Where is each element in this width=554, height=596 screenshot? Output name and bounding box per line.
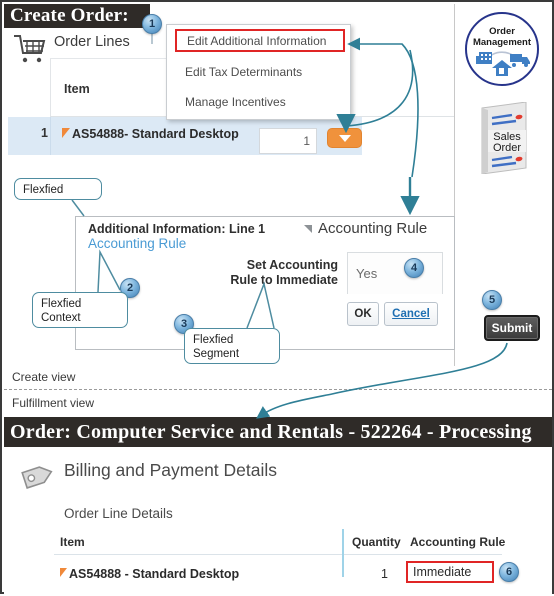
flexfield-context-link[interactable]: Accounting Rule	[88, 236, 186, 251]
callout-marker-4: 4	[404, 258, 424, 278]
fulfillment-view-label: Fulfillment view	[12, 396, 95, 410]
order-status-banner: Order: Computer Service and Rentals - 52…	[4, 417, 552, 447]
shopping-cart-icon	[14, 35, 46, 63]
callout-marker-1: 1	[142, 14, 162, 34]
menu-item-manage-incentives[interactable]: Manage Incentives	[167, 87, 350, 117]
create-order-title: Create Order:	[4, 4, 150, 28]
submit-button-label: Submit	[491, 321, 533, 335]
item-flag-icon	[62, 128, 70, 138]
callout-bubble-flexfied-context: Flexfied Context	[32, 292, 128, 328]
bottom-table-column-divider	[342, 529, 344, 577]
dialog-title: Additional Information: Line 1	[88, 222, 266, 236]
order-status-banner-text: Order: Computer Service and Rentals - 52…	[10, 420, 532, 443]
tag-icon	[21, 466, 53, 489]
submit-button[interactable]: Submit	[484, 315, 540, 341]
menu-item-edit-additional-information[interactable]: Edit Additional Information	[175, 29, 345, 52]
bottom-table-header-rule	[54, 554, 502, 555]
bottom-item-flag-icon	[60, 568, 67, 577]
callout-marker-5: 5	[482, 290, 502, 310]
cancel-button-label: Cancel	[392, 308, 430, 320]
bottom-column-header-item: Item	[60, 535, 85, 549]
create-view-row: Create view	[4, 366, 552, 388]
views-divider	[4, 389, 552, 390]
callout-bubble-flexfied-segment: Flexfied Segment	[184, 328, 280, 364]
menu-item-edit-tax-determinants[interactable]: Edit Tax Determinants	[167, 57, 350, 87]
bottom-cell-quantity: 1	[381, 567, 388, 581]
order-line-row-divider	[50, 117, 51, 155]
leader-flexfied	[71, 199, 85, 217]
svg-text:Management: Management	[473, 37, 532, 48]
bottom-cell-accounting-rule: Immediate	[406, 561, 494, 583]
flexfield-segment-value[interactable]: Yes	[347, 252, 443, 294]
accounting-rule-section-title: Accounting Rule	[318, 220, 428, 237]
billing-payment-title: Billing and Payment Details	[64, 460, 278, 480]
order-line-item-name: AS54888- Standard Desktop	[72, 127, 239, 141]
screenshot-root: Create Order: Order Lines Item 1 AS54888…	[0, 0, 554, 594]
order-line-number: 1	[41, 126, 48, 140]
sales-order-document-icon: Sales Order	[481, 102, 527, 174]
triangle-collapse-icon[interactable]	[304, 224, 312, 233]
accounting-rule-section-header[interactable]: Accounting Rule	[304, 220, 427, 237]
order-management-logo: Order Management	[465, 12, 539, 86]
create-view-label: Create view	[12, 370, 76, 384]
order-line-details-subtitle: Order Line Details	[64, 506, 173, 521]
bottom-column-header-accounting-rule: Accounting Rule	[410, 535, 506, 549]
row-actions-chevron-down-icon[interactable]	[327, 128, 362, 148]
fulfillment-view-row: Fulfillment view	[4, 392, 552, 414]
ok-button[interactable]: OK	[347, 302, 379, 326]
order-lines-label: Order Lines	[54, 34, 130, 50]
column-header-item: Item	[64, 82, 90, 96]
ok-button-label: OK	[354, 308, 372, 320]
table-column-divider	[50, 58, 51, 118]
bottom-column-header-quantity: Quantity	[352, 535, 401, 549]
chevron-down-glyph	[338, 134, 351, 142]
dialog-button-row: OK Cancel	[347, 302, 443, 326]
callout-marker-6: 6	[499, 562, 519, 582]
row-actions-menu[interactable]: Edit Additional Information Edit Tax Det…	[166, 24, 351, 120]
svg-text:Order: Order	[489, 26, 515, 37]
create-order-title-text: Create Order:	[10, 5, 129, 26]
callout-bubble-flexfied: Flexfied	[14, 178, 102, 200]
order-line-quantity-input[interactable]: 1	[259, 128, 317, 154]
bottom-cell-item: AS54888 - Standard Desktop	[69, 567, 240, 581]
svg-text:Order: Order	[493, 142, 521, 154]
cancel-button[interactable]: Cancel	[384, 302, 438, 326]
flexfield-segment-label: Set Accounting Rule to Immediate	[230, 258, 338, 287]
